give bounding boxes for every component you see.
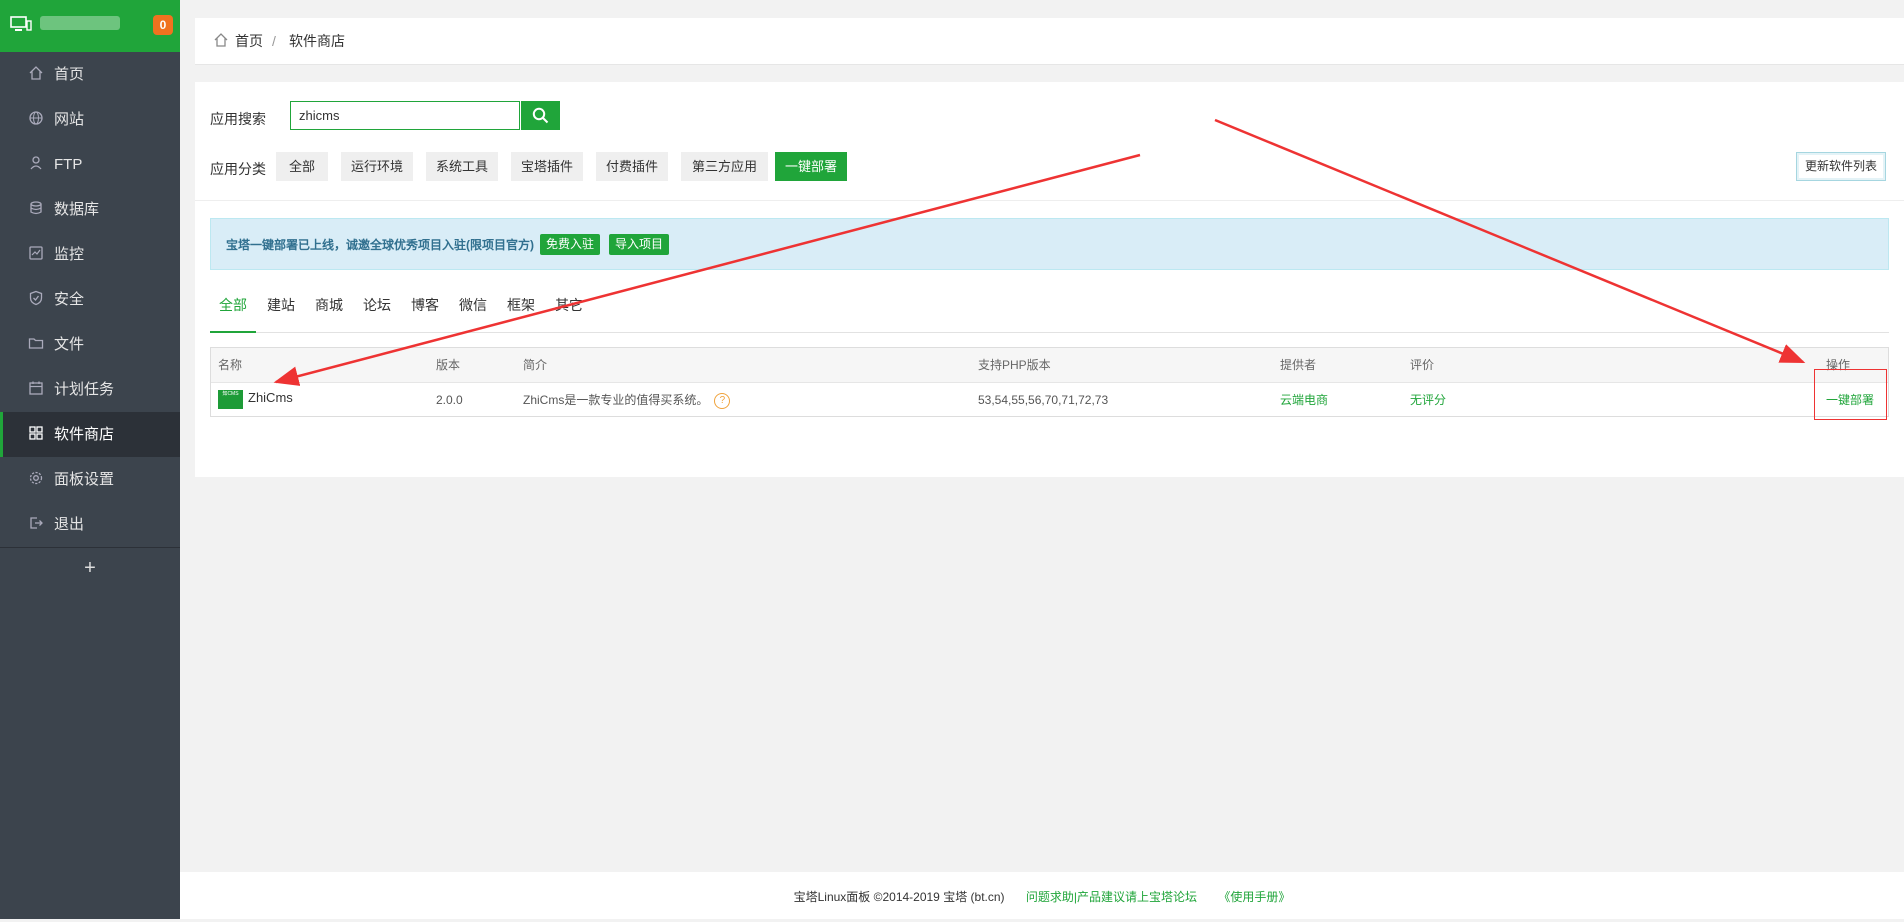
sidebar-item-3[interactable]: 数据库 <box>0 187 180 232</box>
app-php-versions: 53,54,55,56,70,71,72,73 <box>978 393 1109 407</box>
notification-badge[interactable]: 0 <box>153 15 173 35</box>
deploy-notice: 宝塔一键部署已上线，诚邀全球优秀项目入驻(限项目官方) 免费入驻 导入项目 <box>210 218 1889 270</box>
shield-icon <box>29 290 43 306</box>
notice-text: 宝塔一键部署已上线，诚邀全球优秀项目入驻(限项目官方) <box>226 238 534 252</box>
sidebar-item-label: 面板设置 <box>54 471 115 488</box>
app-version: 2.0.0 <box>436 393 463 407</box>
monitor-icon <box>29 246 43 260</box>
category-button-1[interactable]: 运行环境 <box>341 152 413 181</box>
column-header-0: 名称 <box>218 358 243 372</box>
globe-icon <box>29 111 43 125</box>
app-provider[interactable]: 云端电商 <box>1280 383 1328 417</box>
table-header: 名称 版本 简介 支持PHP版本 提供者 评价 操作 <box>211 348 1888 383</box>
column-header-5: 评价 <box>1410 358 1435 372</box>
sidebar-item-label: 首页 <box>54 66 85 83</box>
breadcrumb-home[interactable]: 首页 <box>235 18 263 64</box>
sidebar-item-8[interactable]: 软件商店 <box>0 412 180 457</box>
add-menu-button[interactable]: + <box>0 548 180 588</box>
app-name: ZhiCms <box>248 390 293 405</box>
search-input[interactable] <box>290 101 520 130</box>
search-label: 应用搜索 <box>210 111 266 127</box>
breadcrumb: 首页 / 软件商店 <box>195 18 1904 65</box>
footer: 宝塔Linux面板 ©2014-2019 宝塔 (bt.cn) 问题求助|产品建… <box>180 872 1904 919</box>
sidebar-item-label: 监控 <box>54 246 85 263</box>
footer-copyright: 宝塔Linux面板 ©2014-2019 宝塔 (bt.cn) <box>793 890 1005 904</box>
column-header-2: 简介 <box>523 358 548 372</box>
sidebar-item-label: 计划任务 <box>54 381 115 398</box>
sidebar-item-label: FTP <box>54 156 83 173</box>
column-header-1: 版本 <box>436 358 461 372</box>
category-button-2[interactable]: 系统工具 <box>426 152 498 181</box>
footer-manual-link[interactable]: 《使用手册》 <box>1218 890 1290 904</box>
app-description: ZhiCms是一款专业的值得买系统。? <box>523 383 731 417</box>
help-icon[interactable]: ? <box>714 392 731 409</box>
sidebar-item-4[interactable]: 监控 <box>0 232 180 277</box>
footer-forum-link[interactable]: 问题求助|产品建议请上宝塔论坛 <box>1026 890 1197 904</box>
category-label: 应用分类 <box>210 161 266 177</box>
sidebar-item-label: 文件 <box>54 336 85 353</box>
server-header[interactable]: 0 <box>0 0 180 52</box>
deploy-tabs: 全部 建站 商城 论坛 博客 微信 框架 其它 <box>210 294 1889 333</box>
software-store-panel: 应用搜索 应用分类 全部运行环境系统工具宝塔插件付费插件第三方应用一键部署 更新… <box>195 82 1904 477</box>
import-project-button[interactable]: 导入项目 <box>609 234 670 255</box>
app-table: 名称 版本 简介 支持PHP版本 提供者 评价 操作 知CMS ZhiCms 2.0.0 Z… <box>210 347 1889 417</box>
column-header-3: 支持PHP版本 <box>978 358 1051 372</box>
sidebar-item-label: 软件商店 <box>54 426 115 443</box>
home-icon <box>29 66 43 80</box>
tab-0[interactable]: 全部 <box>210 294 256 333</box>
table-row: 知CMS ZhiCms 2.0.0 ZhiCms是一款专业的值得买系统。? 53… <box>211 383 1888 417</box>
gear-icon <box>29 471 43 485</box>
app-description-text: ZhiCms是一款专业的值得买系统。 <box>523 393 709 407</box>
category-button-0[interactable]: 全部 <box>276 152 328 181</box>
zhicms-logo: 知CMS <box>218 390 243 409</box>
logout-icon <box>30 517 43 529</box>
category-button-5[interactable]: 第三方应用 <box>681 152 768 181</box>
ftp-icon <box>30 156 42 170</box>
breadcrumb-current: 软件商店 <box>289 33 345 49</box>
sidebar-item-1[interactable]: 网站 <box>0 97 180 142</box>
sidebar-item-9[interactable]: 面板设置 <box>0 457 180 502</box>
sidebar-item-label: 数据库 <box>54 201 100 218</box>
grid-icon <box>29 426 43 440</box>
home-icon[interactable] <box>213 32 229 48</box>
sidebar-item-10[interactable]: 退出 <box>0 502 180 547</box>
tab-4[interactable]: 博客 <box>410 294 440 331</box>
sidebar-item-label: 安全 <box>54 291 85 308</box>
divider <box>195 200 1904 201</box>
folder-icon <box>28 338 44 349</box>
sidebar-item-0[interactable]: 首页 <box>0 52 180 97</box>
column-header-4: 提供者 <box>1280 358 1317 372</box>
tab-6[interactable]: 框架 <box>506 294 536 331</box>
sidebar: 0 首页网站 FTP 数据库监控安全文件计划任务软件商店面板设置退出 + <box>0 0 180 919</box>
free-join-button[interactable]: 免费入驻 <box>540 234 601 255</box>
monitor-icon <box>10 16 32 31</box>
tab-3[interactable]: 论坛 <box>362 294 392 331</box>
sidebar-item-5[interactable]: 安全 <box>0 277 180 322</box>
breadcrumb-separator: / <box>272 33 276 49</box>
annotation-highlight-box <box>1814 369 1887 420</box>
sidebar-menu: 首页网站 FTP 数据库监控安全文件计划任务软件商店面板设置退出 <box>0 52 180 547</box>
tab-5[interactable]: 微信 <box>458 294 488 331</box>
sidebar-item-7[interactable]: 计划任务 <box>0 367 180 412</box>
sidebar-item-label: 退出 <box>54 516 85 533</box>
category-button-4[interactable]: 付费插件 <box>596 152 668 181</box>
server-name-blurred <box>40 16 120 30</box>
tab-2[interactable]: 商城 <box>314 294 344 331</box>
category-button-6[interactable]: 一键部署 <box>775 152 847 181</box>
sidebar-item-6[interactable]: 文件 <box>0 322 180 367</box>
app-rating[interactable]: 无评分 <box>1410 383 1446 417</box>
calendar-icon <box>29 381 43 395</box>
sidebar-item-2[interactable]: FTP <box>0 142 180 187</box>
tab-7[interactable]: 其它 <box>554 294 584 331</box>
update-software-list-button[interactable]: 更新软件列表 <box>1796 152 1886 181</box>
category-button-3[interactable]: 宝塔插件 <box>511 152 583 181</box>
tab-1[interactable]: 建站 <box>266 294 296 331</box>
database-icon <box>30 201 42 215</box>
sidebar-item-label: 网站 <box>54 111 85 128</box>
search-button[interactable] <box>521 101 560 130</box>
search-icon <box>532 107 549 124</box>
